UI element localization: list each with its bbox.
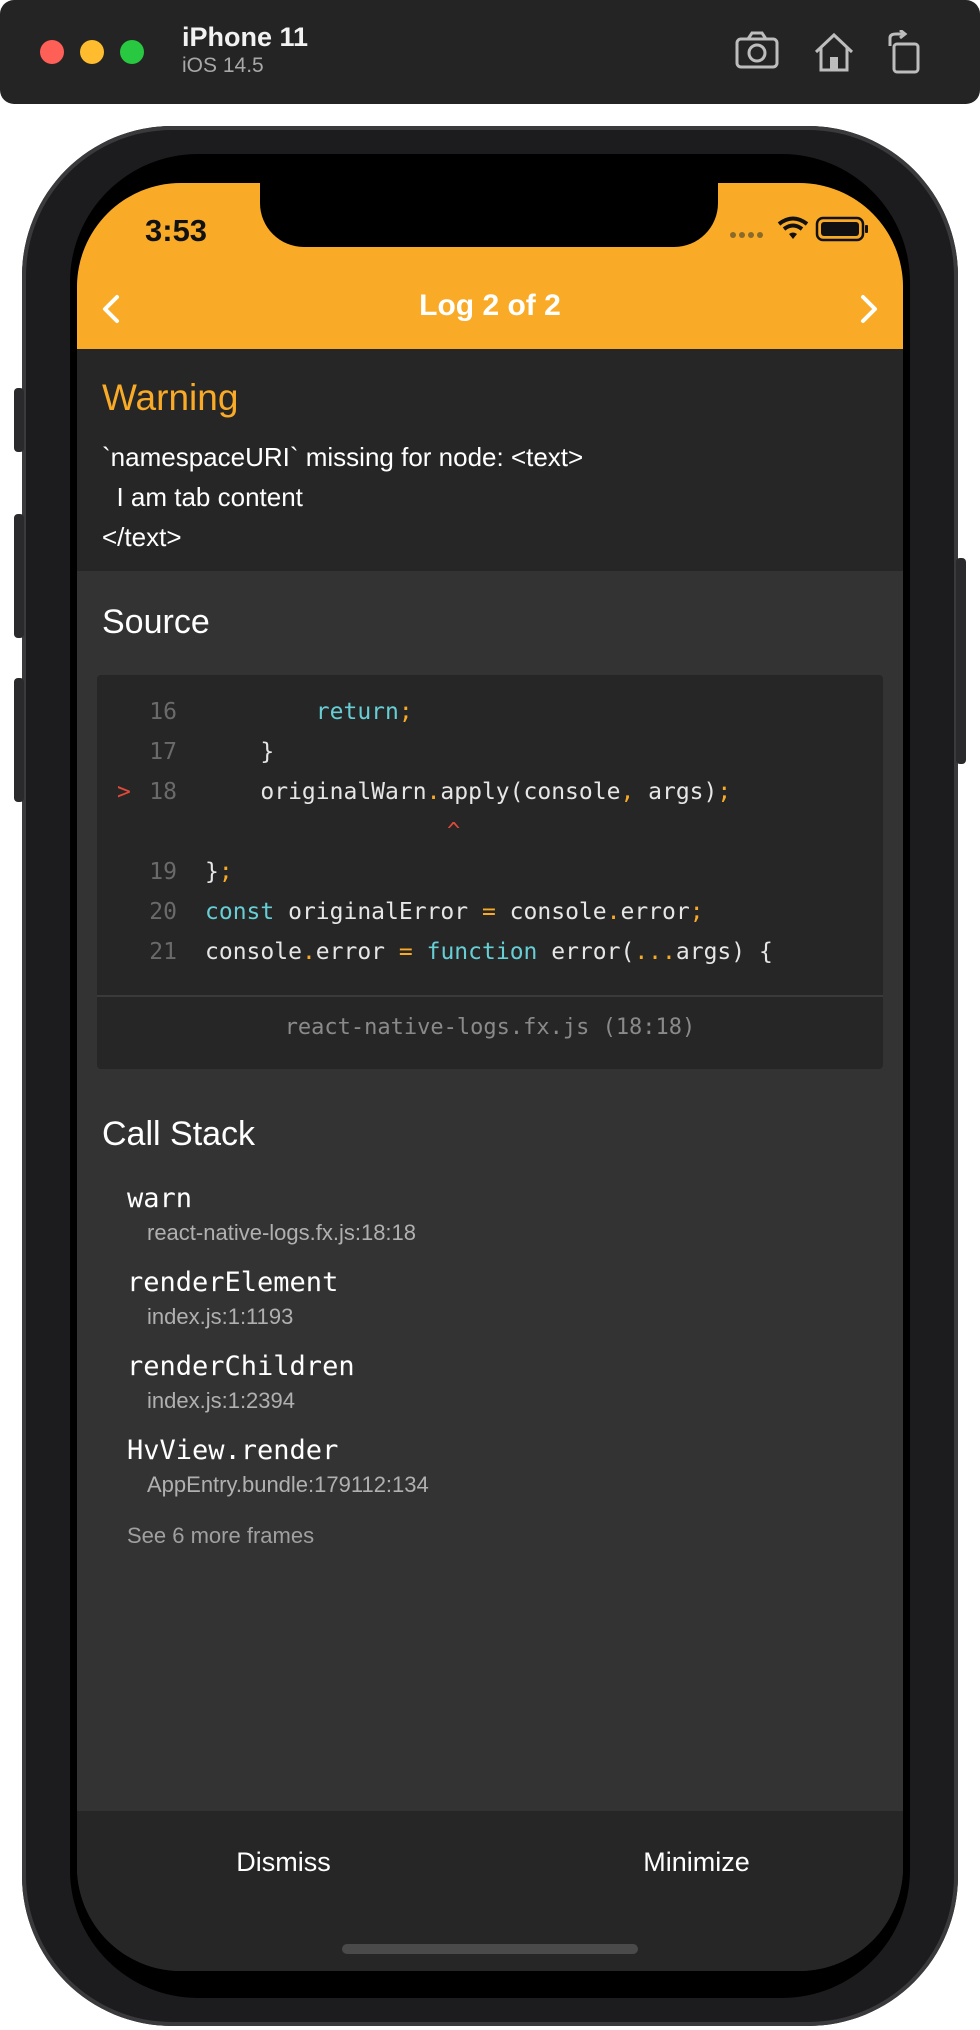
chevron-right-icon[interactable] — [845, 287, 889, 331]
call-stack-list: warn react-native-logs.fx.js:18:18 rende… — [127, 1183, 867, 1549]
code-divider — [97, 995, 883, 997]
battery-icon — [815, 216, 868, 242]
mute-switch — [14, 388, 24, 452]
code-text: const originalError = console.error; — [205, 899, 704, 925]
zoom-window-button[interactable] — [120, 40, 144, 64]
frame-function: HvView.render — [127, 1435, 339, 1466]
close-window-button[interactable] — [40, 40, 64, 64]
device-notch — [260, 183, 718, 247]
code-line: 16 return; — [97, 699, 883, 739]
warning-header: Warning `namespaceURI` missing for node:… — [77, 349, 903, 571]
screenshot-icon[interactable] — [734, 30, 782, 74]
power-button — [956, 558, 966, 764]
line-number: 16 — [149, 699, 177, 725]
frame-location: index.js:1:1193 — [147, 1304, 294, 1329]
rotate-icon[interactable] — [882, 28, 930, 74]
line-number: 17 — [149, 739, 177, 765]
stack-frame[interactable]: renderElement index.js:1:1193 — [127, 1267, 867, 1351]
device-screen: 3:53 Log 2 of 2 Warning `namespaceURI` m… — [77, 183, 903, 1971]
code-line: >18 originalWarn.apply(console, args); — [97, 779, 883, 819]
code-line: 19}; — [97, 859, 883, 899]
dismiss-button[interactable]: Dismiss — [77, 1847, 490, 1878]
code-text: return; — [315, 699, 413, 725]
code-text: console.error = function error(...args) … — [205, 939, 773, 965]
frame-location: index.js:1:2394 — [147, 1388, 295, 1413]
call-stack-heading: Call Stack — [102, 1115, 256, 1153]
line-number: 21 — [149, 939, 177, 965]
log-counter-title: Log 2 of 2 — [419, 289, 561, 322]
os-version: iOS 14.5 — [182, 54, 264, 77]
code-line: 17 } — [97, 739, 883, 779]
source-file-location: react-native-logs.fx.js (18:18) — [284, 1015, 696, 1040]
wifi-icon — [777, 216, 809, 239]
stack-frame[interactable]: renderChildren index.js:1:2394 — [127, 1351, 867, 1435]
line-number: 18 — [149, 779, 177, 805]
minimize-window-button[interactable] — [80, 40, 104, 64]
warning-message: `namespaceURI` missing for node: <text> … — [102, 442, 584, 552]
code-text: }; — [205, 859, 233, 885]
status-time: 3:53 — [145, 213, 208, 248]
home-icon[interactable] — [810, 30, 858, 74]
minimize-button[interactable]: Minimize — [490, 1847, 903, 1878]
error-caret: ^ — [447, 819, 461, 844]
device-name: iPhone 11 — [182, 22, 309, 52]
volume-up-button — [14, 514, 24, 638]
frame-function: renderElement — [127, 1267, 339, 1298]
source-code-frame[interactable]: 16 return; 17 } >18 originalWarn.apply(con… — [97, 675, 883, 1069]
frame-location: AppEntry.bundle:179112:134 — [147, 1472, 429, 1497]
frame-location: react-native-logs.fx.js:18:18 — [147, 1220, 417, 1245]
cellular-signal-icon — [730, 232, 763, 238]
home-indicator[interactable] — [342, 1944, 638, 1954]
frame-function: warn — [127, 1183, 193, 1214]
code-text: originalWarn.apply(console, args); — [205, 779, 732, 805]
status-icons — [729, 213, 869, 243]
log-level-title: Warning — [102, 377, 239, 418]
line-number: 19 — [149, 859, 177, 885]
stack-frame[interactable]: warn react-native-logs.fx.js:18:18 — [127, 1183, 867, 1267]
log-navigation-bar: Log 2 of 2 — [77, 271, 903, 349]
code-line: 20 const originalError = console.error; — [97, 899, 883, 939]
code-text: } — [205, 739, 275, 765]
frame-function: renderChildren — [127, 1351, 355, 1382]
simulator-title-bar: iPhone 11 iOS 14.5 — [0, 0, 980, 104]
source-heading: Source — [102, 603, 210, 641]
stack-frame[interactable]: HvView.render AppEntry.bundle:179112:134 — [127, 1435, 867, 1519]
volume-down-button — [14, 678, 24, 802]
line-number: 20 — [149, 899, 177, 925]
see-more-frames-link[interactable]: See 6 more frames — [127, 1523, 867, 1549]
code-line: 21 console.error = function error(...args… — [97, 939, 883, 979]
